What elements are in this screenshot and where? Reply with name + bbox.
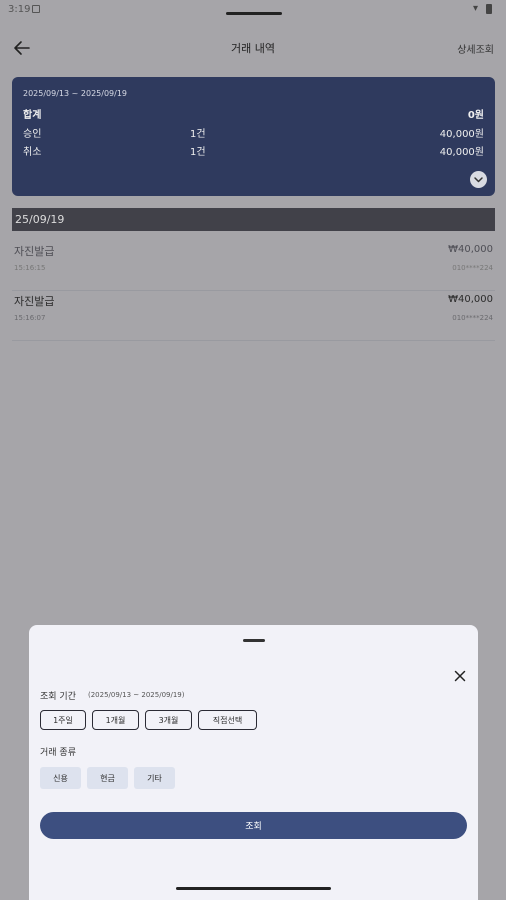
date-section-header: 25/09/19 [12,208,495,231]
transaction-name: 자진발급 [14,245,55,258]
type-option-other[interactable]: 기타 [134,767,175,789]
wifi-icon: ▾ [472,3,478,14]
summary-row-amount: 40,000원 [439,147,484,158]
transaction-amount: ₩40,000 [448,244,493,255]
period-label: 조회 기간 [40,692,76,702]
type-option-credit[interactable]: 신용 [40,767,81,789]
period-option-3month[interactable]: 3개월 [145,710,192,730]
expand-button[interactable] [470,171,487,188]
battery-icon [486,4,492,14]
period-option-1week[interactable]: 1주일 [40,710,86,730]
period-option-1month[interactable]: 1개월 [92,710,139,730]
status-bar: 3:19 ▾ [0,0,506,20]
summary-total-label: 합계 [23,110,42,121]
transaction-name: 자진발급 [14,295,55,308]
home-indicator [176,887,331,890]
notification-icon [32,5,40,13]
summary-row-amount: 40,000원 [439,129,484,140]
transaction-amount: ₩40,000 [448,294,493,305]
transaction-phone: 010****224 [452,264,493,272]
period-option-custom[interactable]: 직접선택 [198,710,257,730]
app-bar: 거래 내역 상세조회 [0,28,506,68]
period-range: (2025/09/13 ~ 2025/09/19) [88,691,185,699]
summary-date-range: 2025/09/13 ~ 2025/09/19 [23,89,128,98]
chevron-down-icon [474,177,483,183]
summary-total-amount: 0원 [467,110,484,121]
summary-total-row: 합계 0원 [23,106,484,122]
sheet-drag-handle[interactable] [243,639,265,642]
summary-row-count: 1건 [190,147,206,158]
type-option-cash[interactable]: 현금 [87,767,128,789]
close-button[interactable] [452,668,468,684]
transaction-phone: 010****224 [452,314,493,322]
search-button[interactable]: 조회 [40,812,467,839]
close-icon [454,670,466,682]
detail-search-link[interactable]: 상세조회 [457,41,494,56]
transaction-time: 15:16:15 [14,264,46,272]
summary-card: 2025/09/13 ~ 2025/09/19 합계 0원 승인 1건 40,0… [12,77,495,196]
top-handle [226,12,282,15]
page-title: 거래 내역 [231,42,275,55]
summary-row-label: 취소 [23,147,42,158]
transaction-type-label: 거래 종류 [40,748,76,758]
filter-bottom-sheet: 조회 기간 (2025/09/13 ~ 2025/09/19) 1주일 1개월 … [29,625,478,900]
summary-approved-row: 승인 1건 40,000원 [23,125,484,141]
status-time: 3:19 [8,4,31,15]
summary-row-label: 승인 [23,129,42,140]
summary-cancel-row: 취소 1건 40,000원 [23,143,484,159]
summary-row-count: 1건 [190,129,206,140]
transaction-time: 15:16:07 [14,314,46,322]
transaction-item[interactable]: 자진발급 15:16:07 ₩40,000 010****224 [12,283,495,341]
